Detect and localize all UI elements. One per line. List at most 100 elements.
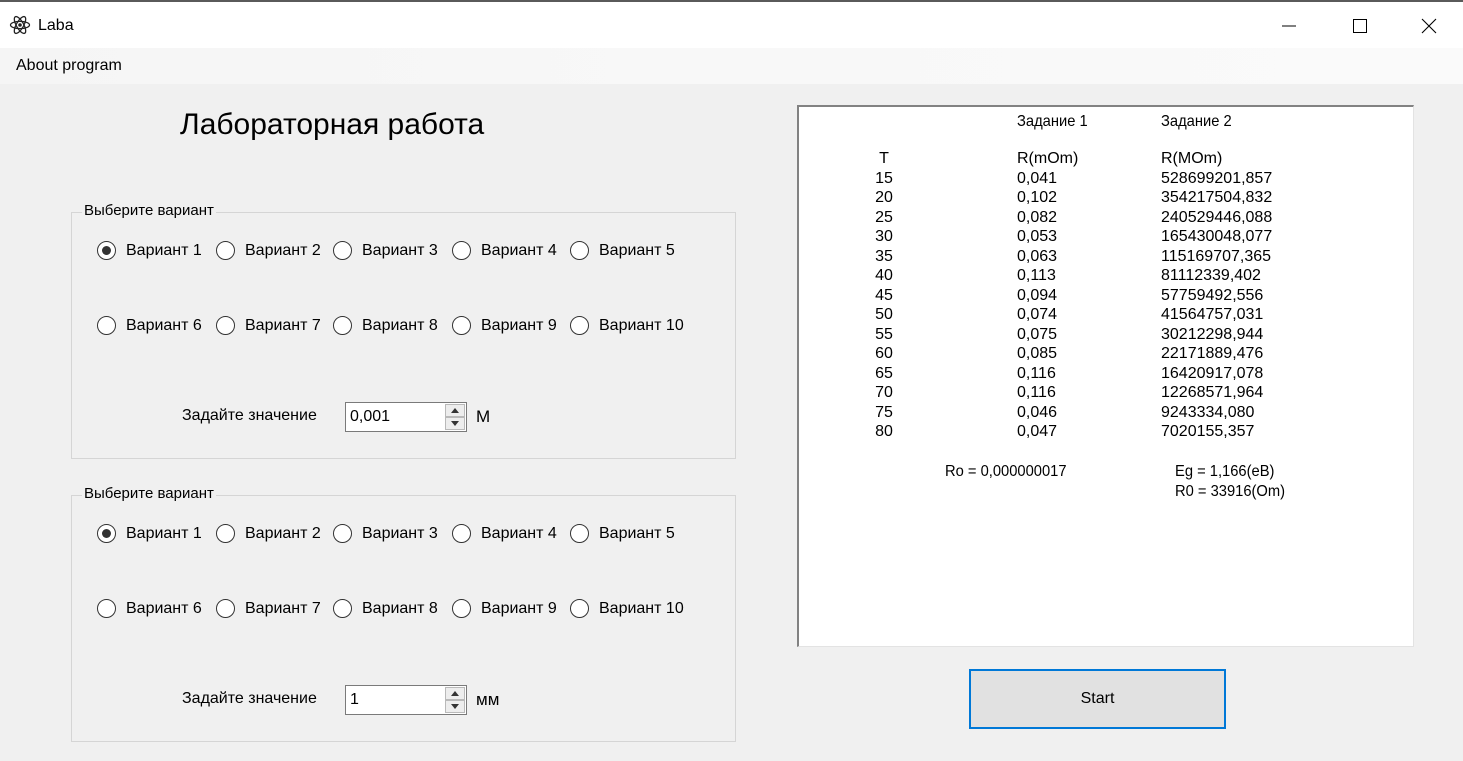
task2-header: Задание 2: [1161, 113, 1232, 130]
menu-about-program[interactable]: About program: [16, 57, 122, 75]
radio-checked-icon: [97, 524, 116, 543]
minimize-button[interactable]: [1255, 4, 1323, 48]
task1-header: Задание 1: [1017, 113, 1088, 130]
radio-label: Вариант 5: [599, 524, 675, 542]
table-cell: 0,053: [1017, 228, 1058, 245]
g2-radio-variant-1[interactable]: Вариант 1: [97, 524, 202, 543]
g1-spinner[interactable]: [445, 404, 465, 430]
col-2-header: R(MOm): [1161, 150, 1223, 167]
radio-label: Вариант 10: [599, 599, 684, 617]
table-cell: 75: [875, 403, 893, 421]
title-bar: Laba: [0, 0, 1463, 48]
g2-radio-variant-10[interactable]: Вариант 10: [570, 599, 684, 618]
table-cell: 30: [875, 228, 893, 245]
table-cell: 115169707,365: [1161, 247, 1272, 265]
g1-radio-variant-10[interactable]: Вариант 10: [570, 316, 684, 335]
table-cell: 35: [875, 247, 893, 265]
spin-down-icon[interactable]: [445, 417, 465, 430]
radio-icon: [333, 524, 352, 543]
g2-radio-variant-8[interactable]: Вариант 8: [333, 599, 438, 618]
radio-icon: [97, 599, 116, 618]
radio-label: Вариант 9: [481, 316, 557, 334]
g2-radio-variant-7[interactable]: Вариант 7: [216, 599, 321, 618]
maximize-button[interactable]: [1326, 4, 1394, 48]
radio-icon: [216, 524, 235, 543]
maximize-icon: [1353, 19, 1367, 33]
radio-label: Вариант 3: [362, 524, 438, 542]
spin-down-icon[interactable]: [445, 700, 465, 713]
g1-radio-variant-8[interactable]: Вариант 8: [333, 316, 438, 335]
radio-icon: [452, 241, 471, 260]
g1-numeric-input[interactable]: 0,001: [345, 402, 467, 432]
g1-radio-variant-1[interactable]: Вариант 1: [97, 241, 202, 260]
g2-spinner[interactable]: [445, 687, 465, 713]
g2-radio-variant-5[interactable]: Вариант 5: [570, 524, 675, 543]
radio-icon: [570, 599, 589, 618]
radio-label: Вариант 1: [126, 241, 202, 259]
table-cell: 25: [875, 208, 893, 226]
table-cell: 0,075: [1017, 325, 1058, 343]
spin-up-icon[interactable]: [445, 687, 465, 700]
radio-icon: [570, 241, 589, 260]
page-title: Лабораторная работа: [180, 108, 485, 141]
close-icon: [1421, 18, 1437, 34]
r0-result: R0 = 33916(Om): [1175, 483, 1286, 500]
close-button[interactable]: [1395, 4, 1463, 48]
table-cell: 0,113: [1017, 267, 1056, 284]
g1-radio-variant-3[interactable]: Вариант 3: [333, 241, 438, 260]
g1-radio-variant-6[interactable]: Вариант 6: [97, 316, 202, 335]
table-cell: 0,116: [1017, 364, 1056, 382]
eg-result: Eg = 1,166(eB): [1175, 463, 1275, 480]
g2-radio-variant-2[interactable]: Вариант 2: [216, 524, 321, 543]
g1-radio-variant-4[interactable]: Вариант 4: [452, 241, 557, 260]
radio-icon: [333, 599, 352, 618]
table-cell: 0,046: [1017, 403, 1058, 421]
radio-label: Вариант 7: [245, 599, 321, 617]
table-cell: 0,116: [1017, 384, 1056, 401]
g1-numeric-value[interactable]: 0,001: [350, 408, 390, 426]
g2-radio-variant-3[interactable]: Вариант 3: [333, 524, 438, 543]
table-cell: 22171889,476: [1161, 345, 1264, 362]
g1-radio-variant-9[interactable]: Вариант 9: [452, 316, 557, 335]
start-button[interactable]: Start: [969, 669, 1226, 729]
radio-label: Вариант 10: [599, 316, 684, 334]
g2-numeric-input[interactable]: 1: [345, 685, 467, 715]
spin-up-icon[interactable]: [445, 404, 465, 417]
results-textbox[interactable]: Задание 1 Задание 2 T 15 20 25 30 35 40 …: [797, 105, 1414, 647]
variant-group-1: Выберите вариант Вариант 1 Вариант 2 Вар…: [71, 202, 736, 459]
group-1-title: Выберите вариант: [82, 202, 216, 219]
task1-column: R(mOm) 0,041 0,102 0,082 0,053 0,063 0,1…: [1017, 149, 1078, 442]
radio-label: Вариант 4: [481, 524, 557, 542]
radio-label: Вариант 9: [481, 599, 557, 617]
radio-icon: [216, 316, 235, 335]
radio-icon: [452, 316, 471, 335]
g2-numeric-value[interactable]: 1: [350, 691, 359, 709]
table-cell: 65: [875, 364, 893, 382]
radio-label: Вариант 7: [245, 316, 321, 334]
g1-radio-variant-2[interactable]: Вариант 2: [216, 241, 321, 260]
table-cell: 0,063: [1017, 247, 1058, 265]
radio-icon: [333, 316, 352, 335]
atom-icon: [9, 15, 31, 35]
table-cell: 60: [875, 345, 893, 362]
g1-radio-variant-5[interactable]: Вариант 5: [570, 241, 675, 260]
table-cell: 50: [875, 306, 893, 323]
radio-label: Вариант 6: [126, 316, 202, 334]
radio-icon: [570, 316, 589, 335]
table-cell: 0,102: [1017, 189, 1058, 206]
radio-icon: [216, 241, 235, 260]
g2-radio-variant-6[interactable]: Вариант 6: [97, 599, 202, 618]
table-cell: 16420917,078: [1161, 364, 1264, 382]
table-cell: 57759492,556: [1161, 286, 1264, 304]
g2-radio-variant-9[interactable]: Вариант 9: [452, 599, 557, 618]
table-cell: 55: [875, 325, 893, 343]
radio-label: Вариант 8: [362, 316, 438, 334]
g2-value-label: Задайте значение: [182, 690, 317, 707]
table-cell: 45: [875, 286, 893, 304]
radio-label: Вариант 2: [245, 524, 321, 542]
ro-result: Ro = 0,000000017: [945, 463, 1067, 480]
radio-label: Вариант 2: [245, 241, 321, 259]
g2-radio-variant-4[interactable]: Вариант 4: [452, 524, 557, 543]
table-cell: 0,094: [1017, 286, 1058, 304]
g1-radio-variant-7[interactable]: Вариант 7: [216, 316, 321, 335]
